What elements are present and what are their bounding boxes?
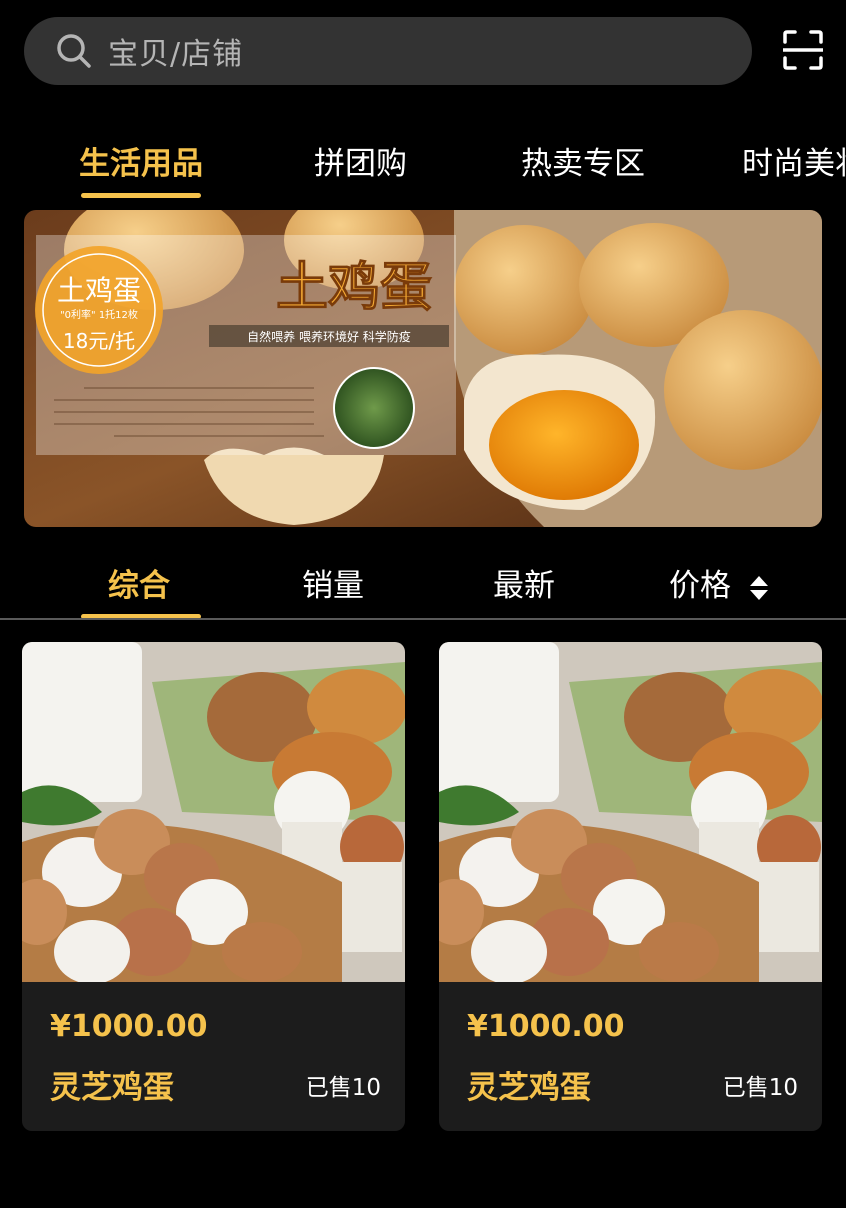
product-image — [22, 642, 405, 982]
sort-tab-price-label: 价格 — [669, 568, 731, 604]
product-name: 灵芝鸡蛋 — [467, 1070, 591, 1106]
sort-tabs: 综合 销量 最新 价格 — [0, 548, 846, 620]
search-input[interactable]: 宝贝/店铺 — [24, 17, 752, 85]
sort-arrows-icon — [749, 575, 768, 600]
product-price: ¥1000.00 — [467, 1009, 625, 1044]
product-card[interactable]: ¥1000.00 灵芝鸡蛋 已售10 — [439, 642, 822, 1131]
product-image — [439, 642, 822, 982]
category-tabs: 生活用品 拼团购 热卖专区 时尚美妆 — [0, 130, 846, 210]
banner-title: 土鸡蛋 — [276, 257, 432, 318]
product-name: 灵芝鸡蛋 — [50, 1070, 174, 1106]
sort-tab-price[interactable]: 价格 — [669, 560, 769, 605]
tab-fashion-beauty[interactable]: 时尚美妆 — [742, 138, 846, 183]
search-icon — [57, 34, 91, 68]
product-sold-count: 已售10 — [305, 1075, 381, 1101]
sort-tab-newest[interactable]: 最新 — [493, 560, 555, 605]
tab-daily-goods[interactable]: 生活用品 — [79, 138, 203, 183]
product-card[interactable]: ¥1000.00 灵芝鸡蛋 已售10 — [22, 642, 405, 1131]
promo-banner[interactable]: 土鸡蛋 "0利率" 1托12枚 18元/托 土鸡蛋 自然喂养 喂养环境好 科学防… — [24, 210, 822, 527]
active-tab-indicator — [81, 193, 201, 198]
badge-title: 土鸡蛋 — [57, 274, 141, 307]
banner-slogan: 自然喂养 喂养环境好 科学防疫 — [247, 329, 411, 344]
divider — [0, 618, 846, 620]
tab-hot-sale[interactable]: 热卖专区 — [521, 138, 645, 183]
sort-tab-sales[interactable]: 销量 — [302, 560, 364, 605]
product-sold-count: 已售10 — [722, 1075, 798, 1101]
product-price: ¥1000.00 — [50, 1009, 208, 1044]
scan-icon[interactable] — [783, 30, 823, 70]
sort-tab-overall[interactable]: 综合 — [108, 560, 170, 605]
search-placeholder: 宝贝/店铺 — [108, 37, 244, 72]
badge-price: 18元/托 — [63, 329, 135, 353]
badge-subtitle: "0利率" 1托12枚 — [60, 308, 138, 321]
tab-group-buy[interactable]: 拼团购 — [314, 138, 407, 183]
